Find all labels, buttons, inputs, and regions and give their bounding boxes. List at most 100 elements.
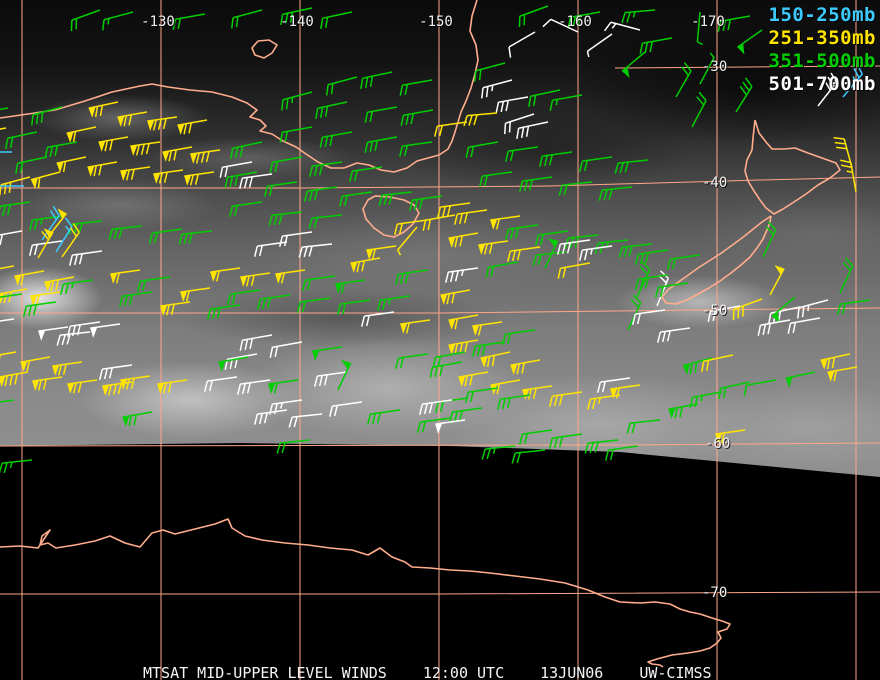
wind-barb-g (263, 181, 298, 197)
wind-barb-g (268, 211, 303, 226)
wind-barb-g (485, 261, 519, 278)
wind-barb-y (506, 246, 541, 262)
wind-barb-g (335, 279, 366, 294)
wind-barb-g (31, 106, 63, 126)
wind-barb-w (508, 31, 536, 58)
wind-barb-y (87, 161, 118, 177)
coastline-lake (251, 39, 278, 59)
wind-barb-w (787, 317, 821, 334)
wind-barb-g (102, 11, 134, 31)
wind-barb-y (840, 159, 857, 193)
wind-barb-w (98, 364, 133, 380)
wind-barb-y (67, 379, 98, 394)
wind-barb-g (136, 276, 171, 292)
wind-barb-y (510, 359, 541, 375)
wind-barb-g (319, 131, 353, 148)
wind-barb-g (0, 107, 9, 124)
wind-barb-g (218, 356, 249, 372)
caption-time: 12:00 UTC (422, 664, 505, 680)
wind-barb-y (769, 265, 785, 296)
wind-barb-g (70, 9, 101, 32)
wind-barb-g (172, 13, 206, 30)
wind-barb-y (0, 371, 29, 387)
wind-barb-w (203, 376, 238, 392)
wind-barb-g (206, 304, 241, 320)
wind-barb-g (0, 399, 15, 415)
wind-barb-y (120, 375, 151, 390)
wind-barb-g (230, 141, 263, 159)
wind-barb-y (366, 245, 397, 260)
wind-barb-g (839, 257, 854, 294)
wind-barb-y (88, 101, 119, 118)
legend-item-150-250mb: 150-250mb (768, 4, 876, 26)
wind-barb-g (0, 293, 23, 309)
wind-barb-g (268, 379, 299, 394)
wind-barb-g (399, 79, 433, 96)
wind-barb-y (827, 366, 858, 382)
wind-barb-g (231, 9, 263, 29)
wind-barb-y (0, 265, 15, 281)
latitude-gridline (0, 307, 880, 314)
wind-barb-g (465, 141, 499, 158)
longitude-label: -170 (691, 14, 725, 30)
wind-barb-w (239, 334, 273, 351)
longitude-label: -130 (141, 14, 175, 30)
latitude-label: -60 (705, 436, 731, 452)
wind-barb-g (614, 159, 649, 174)
wind-barb-c (0, 185, 24, 187)
wind-barb-y (66, 126, 97, 143)
caption-date: 13JUN06 (540, 664, 604, 680)
wind-barb-g (0, 201, 31, 217)
wind-barb-g (518, 176, 553, 192)
latitude-label: -40 (702, 175, 728, 191)
wind-barb-y (478, 240, 509, 255)
wind-barb-w (603, 21, 641, 32)
wind-barb-w (435, 419, 466, 434)
wind-barb-g (504, 224, 539, 240)
wind-barb-g (296, 297, 331, 313)
wind-barb-g (320, 11, 353, 29)
wind-barb-y (275, 269, 306, 284)
wind-barb-g (627, 294, 642, 331)
latitude-label: -30 (702, 59, 728, 75)
wind-barb-g (308, 214, 343, 229)
wind-barb-g (598, 186, 633, 201)
wind-barb-y (147, 116, 178, 131)
wind-barb-w (757, 319, 791, 336)
wind-barb-y (586, 394, 621, 410)
wind-barb-g (538, 151, 573, 167)
wind-barb-y (160, 301, 191, 316)
wind-barb-y (184, 171, 215, 186)
legend-item-501-700mb: 501-700mb (768, 73, 876, 95)
wind-barb-y (20, 356, 51, 372)
wind-barb-g (518, 429, 553, 445)
wind-barb-y (472, 321, 503, 336)
wind-barb-y (400, 319, 431, 334)
wind-barb-g (303, 186, 338, 202)
wind-barb-g (376, 295, 411, 311)
wind-barb-y (557, 262, 591, 279)
wind-barb-g (621, 9, 656, 24)
wind-barb-y (120, 166, 151, 181)
wind-barb-y (190, 149, 221, 164)
wind-barb-g (108, 225, 143, 240)
wind-barb-w (656, 327, 691, 343)
longitude-label: -140 (280, 14, 314, 30)
wind-barb-g (578, 156, 613, 172)
wind-barb-g (736, 29, 763, 55)
wind-barb-w (0, 318, 15, 334)
wind-barb-w (481, 79, 513, 99)
wind-barb-g (478, 171, 513, 187)
wind-barb-g (691, 91, 707, 128)
wind-barb-g (364, 136, 398, 153)
wind-barb-g (408, 195, 443, 211)
wind-barb-g (312, 346, 343, 361)
wind-barb-g (148, 228, 183, 244)
caption-product-title: MTSAT MID-UPPER LEVEL WINDS (143, 664, 387, 680)
wind-barb-w (516, 121, 549, 139)
wind-barb-y (30, 171, 61, 190)
pressure-level-legend: 150-250mb 251-350mb 351-500mb 501-700mb (769, 4, 876, 96)
wind-barb-g (666, 254, 701, 270)
wind-barb-g (178, 230, 213, 245)
latitude-label: -70 (702, 585, 728, 601)
